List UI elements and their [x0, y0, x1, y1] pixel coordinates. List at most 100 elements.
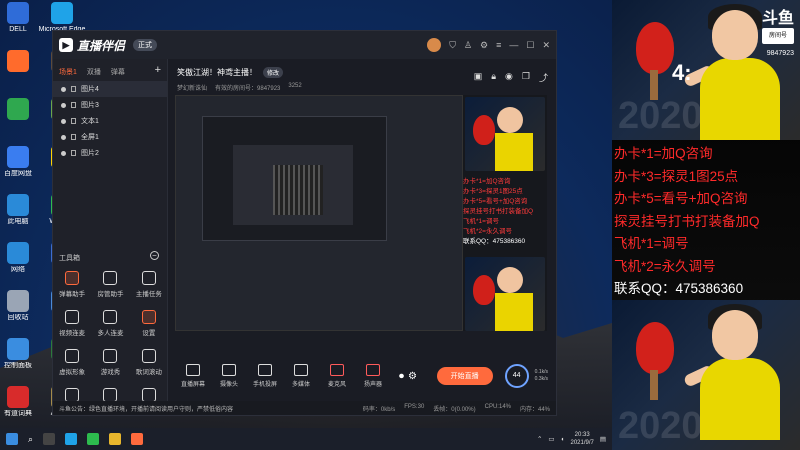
lock-icon[interactable]	[71, 150, 76, 156]
tool-item[interactable]: 主播任务	[130, 271, 168, 298]
settings-icon[interactable]: ⚙	[480, 40, 488, 51]
layer-item[interactable]: 图片3	[53, 97, 167, 113]
lock-icon[interactable]	[71, 102, 76, 108]
lock-icon[interactable]: 🔒︎	[491, 71, 496, 84]
visibility-icon[interactable]	[61, 86, 66, 92]
tool-item[interactable]: 虚拟形象	[53, 349, 91, 376]
explorer-taskbar-icon[interactable]	[109, 433, 122, 445]
source-icon	[294, 364, 308, 376]
tool-item[interactable]: 多人连麦	[91, 310, 129, 337]
copy-icon[interactable]: ❐	[522, 71, 530, 84]
source-button[interactable]: 手机投屏	[249, 364, 281, 388]
tab-danmu[interactable]: 弹幕	[111, 67, 125, 77]
menu-icon[interactable]: ≡	[496, 40, 501, 50]
gift-icon[interactable]: ▣	[474, 71, 483, 84]
desktop-icon[interactable]: 控制面板	[0, 338, 42, 370]
source-button[interactable]: 摄像头	[213, 364, 245, 388]
chrome-taskbar-icon[interactable]	[87, 433, 100, 445]
desktop-icon[interactable]: DELL	[0, 2, 42, 34]
overlay-panel: 2020 4: 斗鱼 房间号 9847923 办卡*1=加Q咨询 办卡*3=探灵1…	[612, 0, 800, 450]
promo-line: 飞机*2=永久调号	[614, 258, 716, 274]
version-badge[interactable]: 正式	[133, 39, 158, 51]
desktop-icon[interactable]	[0, 50, 42, 74]
shield-icon[interactable]: ⛉	[449, 40, 456, 51]
record-icon[interactable]: ⏺	[399, 371, 404, 382]
tool-item[interactable]: 歌词滚动	[130, 349, 168, 376]
windows-start-icon[interactable]	[6, 433, 18, 445]
desktop-icon[interactable]: 有道词典	[0, 386, 42, 418]
upload-speed: 0.1k/s	[534, 369, 548, 375]
network-icon[interactable]: ▭	[548, 435, 554, 443]
volume-icon[interactable]: ◖	[561, 436, 565, 443]
visibility-icon[interactable]	[61, 118, 66, 124]
avatar[interactable]	[427, 38, 442, 52]
tool-icon	[103, 349, 118, 363]
notification-icon[interactable]: ▤	[600, 435, 606, 443]
tool-item[interactable]: 设置	[130, 310, 168, 337]
app-icon	[7, 2, 29, 24]
add-scene-icon[interactable]: +	[155, 65, 161, 77]
minimize-icon[interactable]: —	[509, 40, 518, 50]
desktop-icon[interactable]	[0, 98, 42, 122]
lock-icon[interactable]	[71, 134, 76, 140]
desktop-icon[interactable]: 百度网盘	[0, 146, 42, 178]
status-bar: 斗鱼公告：绿色直播环境，开播前请阅读用户守则，严禁低俗内容 码率：0kb/s FP…	[53, 401, 556, 415]
preview-card-top	[465, 97, 545, 171]
search-icon[interactable]: ⌕	[28, 434, 33, 445]
edge-taskbar-icon[interactable]	[65, 433, 78, 445]
live-app-taskbar-icon[interactable]	[131, 433, 144, 445]
source-label: 扬声器	[363, 382, 382, 388]
preview-promo-line: 飞机*1=调号	[463, 218, 499, 225]
maximize-icon[interactable]: ☐	[526, 40, 534, 51]
edit-title-button[interactable]: 修改	[263, 67, 284, 78]
tool-item[interactable]: 弹幕助手	[53, 271, 91, 298]
task-view-icon[interactable]	[43, 433, 56, 445]
layer-item[interactable]: 全屏1	[53, 129, 167, 145]
close-icon[interactable]: ✕	[542, 40, 550, 51]
camera-icon[interactable]: ◉	[505, 71, 513, 84]
tool-icon	[65, 271, 80, 285]
tab-dual[interactable]: 双播	[87, 67, 101, 77]
stream-title-row: 笑傲江湖！神鸢主播！ 修改	[177, 67, 284, 78]
preview-stage[interactable]: 办卡*1=加Q咨询 办卡*3=探灵1图25点 办卡*5=看号+加Q咨询 探灵挂号打书打…	[175, 95, 547, 331]
lock-icon[interactable]	[71, 86, 76, 92]
stream-title[interactable]: 笑傲江湖！神鸢主播！	[177, 67, 257, 78]
app-icon	[7, 98, 29, 120]
layer-item[interactable]: 图片4	[53, 81, 167, 97]
stat-item: 码率：0kb/s	[362, 406, 396, 413]
tool-item[interactable]: 视频连麦	[53, 310, 91, 337]
source-button[interactable]: 直播屏幕	[177, 364, 209, 388]
desktop-icon[interactable]: 回收站	[0, 290, 42, 322]
settings-gear-icon[interactable]: ⚙	[408, 371, 417, 382]
start-live-button[interactable]: 开始直播	[436, 367, 493, 385]
visibility-icon[interactable]	[61, 134, 66, 140]
source-icon	[186, 364, 200, 376]
tool-item[interactable]: 游戏秀	[91, 349, 129, 376]
visibility-icon[interactable]	[61, 150, 66, 156]
desktop-icon[interactable]: 此电脑	[0, 194, 42, 226]
source-button[interactable]: 扬声器	[357, 364, 389, 388]
layer-label: 全屏1	[81, 134, 99, 141]
tray-arrow-icon[interactable]: ⌃	[537, 435, 542, 443]
source-button[interactable]: 多媒体	[285, 364, 317, 388]
layer-item[interactable]: 图片2	[53, 145, 167, 161]
preview-promo-line: 办卡*3=探灵1图25点	[463, 188, 523, 195]
tool-label: 主播任务	[135, 291, 162, 298]
toolbox-title: 工具箱	[59, 255, 80, 262]
source-button[interactable]: 麦克风	[321, 364, 353, 388]
visibility-icon[interactable]	[61, 102, 66, 108]
layer-label: 图片4	[81, 86, 99, 93]
share-icon[interactable]: ⤴	[539, 71, 548, 84]
tool-item[interactable]: 房管助手	[91, 271, 129, 298]
preview-promo-line: 探灵挂号打书打装备加Q	[463, 208, 534, 215]
desktop-icon[interactable]: 网络	[0, 242, 42, 274]
collapse-icon[interactable]: –	[150, 251, 159, 260]
shirt-icon[interactable]: ♙	[464, 40, 472, 51]
clock[interactable]: 20:33 2021/9/7	[570, 431, 593, 447]
download-speed: 0.3k/s	[534, 376, 548, 382]
layer-item[interactable]: 文本1	[53, 113, 167, 129]
lock-icon[interactable]	[71, 118, 76, 124]
channel-name[interactable]: 梦幻新诛仙	[177, 83, 207, 92]
tool-icon	[141, 310, 156, 324]
tab-scene-1[interactable]: 场景1	[59, 67, 77, 77]
